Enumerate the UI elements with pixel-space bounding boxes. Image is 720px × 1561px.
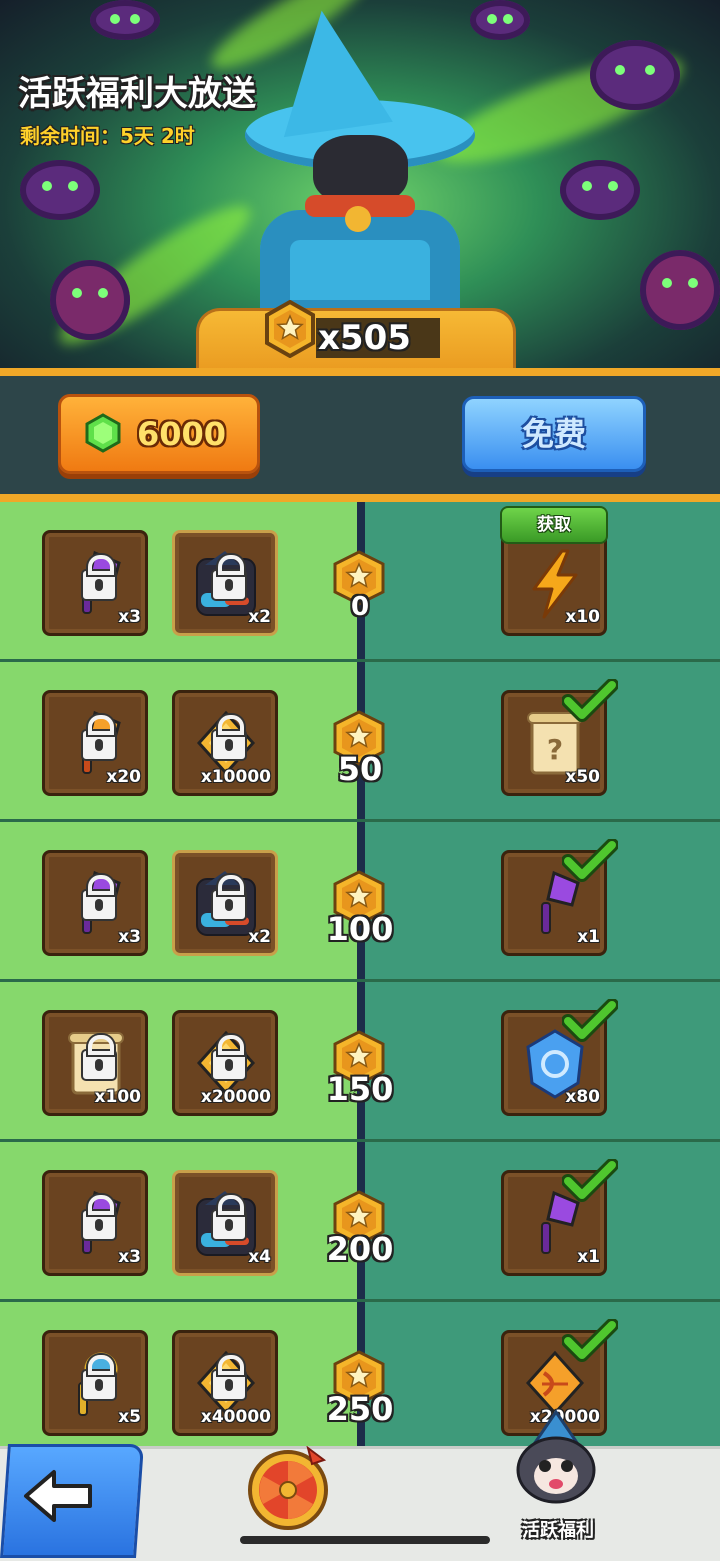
tier-threshold: 200 [326, 1230, 394, 1268]
locked-reward-slot[interactable]: x2 [172, 530, 278, 636]
locked-reward-slot[interactable]: x10000 [172, 690, 278, 796]
reward-quantity: x10 [565, 607, 600, 627]
reward-quantity: x3 [118, 607, 141, 627]
points-value: x505 [316, 318, 440, 358]
reward-quantity: x20 [106, 767, 141, 787]
free-reward-slot[interactable]: x1 [501, 838, 619, 956]
locked-reward-slot[interactable]: x40000 [172, 1330, 278, 1436]
home-indicator [240, 1536, 490, 1544]
event-timer: 剩余时间：5天 2时 [20, 124, 195, 148]
tier-threshold: 250 [326, 1390, 394, 1428]
wizard-cat-tab-icon[interactable] [510, 1410, 602, 1510]
locked-reward-slot[interactable]: x3 [42, 850, 148, 956]
locked-reward-slot[interactable]: x3 [42, 530, 148, 636]
claimed-check-icon [561, 1318, 619, 1363]
spider-enemy [590, 40, 680, 110]
tier-threshold: 50 [337, 750, 383, 788]
lock-icon [81, 715, 117, 761]
reward-quantity: x80 [565, 1087, 600, 1107]
free-reward-slot[interactable]: x1 [501, 1158, 619, 1276]
reward-tier-row: x5 x40000 250 x20000 [0, 1302, 720, 1446]
lock-icon [211, 555, 247, 601]
reward-quantity: x1 [577, 927, 600, 947]
star-medal-icon [265, 300, 315, 358]
reward-quantity: x3 [118, 1247, 141, 1267]
free-button[interactable]: 免费 [462, 396, 646, 472]
lucky-wheel-icon[interactable] [246, 1446, 330, 1530]
back-arrow-icon[interactable] [22, 1468, 94, 1524]
reward-quantity: x1 [577, 1247, 600, 1267]
free-reward-slot[interactable]: x80 [501, 998, 619, 1116]
green-gem-icon [85, 413, 121, 453]
plant-monster [50, 260, 130, 340]
reward-quantity: x2 [248, 927, 271, 947]
lock-icon [211, 1195, 247, 1241]
lock-icon [81, 1035, 117, 1081]
claimed-check-icon [561, 678, 619, 723]
tier-threshold: 150 [326, 1070, 394, 1108]
svg-text:?: ? [547, 733, 563, 766]
reward-quantity: x20000 [200, 1087, 271, 1107]
locked-reward-slot[interactable]: x4 [172, 1170, 278, 1276]
locked-reward-slot[interactable]: x20 [42, 690, 148, 796]
plant-monster [640, 250, 720, 330]
reward-tier-row: x20 x10000 50? x50 [0, 662, 720, 822]
lock-icon [211, 875, 247, 921]
gem-unlock-button[interactable]: 6000 [58, 394, 260, 474]
reward-tier-row: x3 x4 200 x1 [0, 1142, 720, 1302]
lock-icon [81, 875, 117, 921]
free-reward-slot[interactable]: ? x50 [501, 678, 619, 796]
claimed-check-icon [561, 838, 619, 883]
reward-quantity: x4 [248, 1247, 271, 1267]
lock-icon [211, 715, 247, 761]
lock-icon [81, 1355, 117, 1401]
wizard-cat-hero [235, 2, 485, 330]
claim-badge[interactable]: 获取 [500, 506, 608, 544]
reward-tier-row: x3 x2 0 x10 [0, 502, 720, 662]
claimed-check-icon [561, 998, 619, 1043]
reward-quantity: x3 [118, 927, 141, 947]
lock-icon [211, 1035, 247, 1081]
reward-tier-row: x3 x2 100 x1 [0, 822, 720, 982]
tier-threshold: 100 [326, 910, 394, 948]
reward-quantity: x100 [94, 1087, 141, 1107]
tier-threshold: 0 [350, 592, 370, 622]
reward-quantity: x50 [565, 767, 600, 787]
locked-reward-slot[interactable]: x5 [42, 1330, 148, 1436]
reward-quantity: x40000 [200, 1407, 271, 1427]
event-title: 活跃福利大放送 [18, 74, 256, 114]
lock-icon [81, 555, 117, 601]
lock-icon [211, 1355, 247, 1401]
free-reward-slot[interactable]: x10 [501, 530, 607, 636]
locked-reward-slot[interactable]: x100 [42, 1010, 148, 1116]
reward-tier-row: x100 x20000 150 x80 [0, 982, 720, 1142]
lock-icon [81, 1195, 117, 1241]
spider-enemy [20, 160, 100, 220]
locked-reward-slot[interactable]: x2 [172, 850, 278, 956]
reward-list[interactable]: x3 x2 0 x10 x20 x10000 50? x50 x3 x2 100 x1 x100 x200… [0, 502, 720, 1446]
claimed-check-icon [561, 1158, 619, 1203]
reward-quantity: x10000 [200, 767, 271, 787]
reward-quantity: x5 [118, 1407, 141, 1427]
locked-reward-slot[interactable]: x3 [42, 1170, 148, 1276]
spider-enemy [90, 0, 160, 40]
gem-price: 6000 [137, 415, 227, 453]
nav-label-active: 活跃福利 [522, 1520, 594, 1541]
spider-enemy [560, 160, 640, 220]
reward-quantity: x2 [248, 607, 271, 627]
locked-reward-slot[interactable]: x20000 [172, 1010, 278, 1116]
